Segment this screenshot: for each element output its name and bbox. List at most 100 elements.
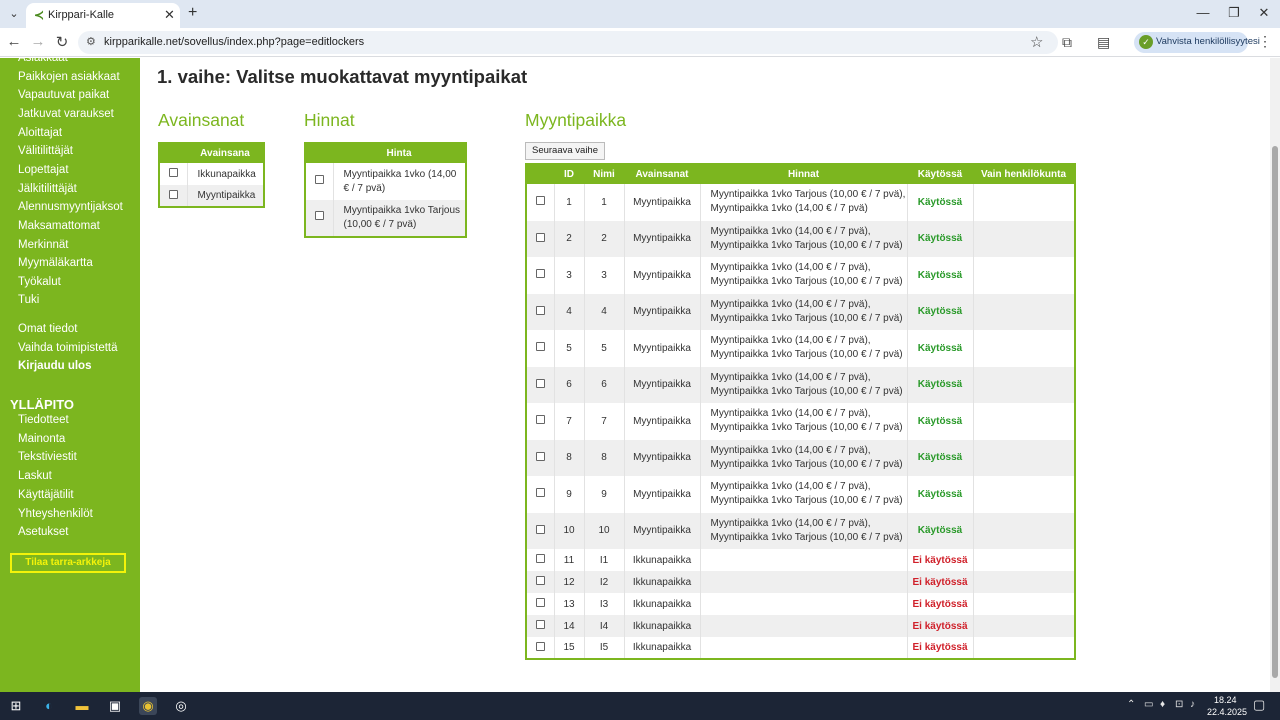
locker-id: 13: [554, 593, 585, 615]
sidebar-item[interactable]: Merkinnät: [18, 239, 69, 251]
network-icon[interactable]: ⊡: [1175, 699, 1183, 710]
sidebar-item[interactable]: Lopettajat: [18, 164, 69, 176]
locker-prices: Myyntipaikka 1vko (14,00 € / 7 pvä), Myyn…: [700, 220, 908, 257]
sidebar-item[interactable]: Välitilittäjät: [18, 145, 73, 157]
start-icon[interactable]: ⊞: [7, 697, 25, 715]
verify-identity-button[interactable]: ✓ Vahvista henkilöllisyytesi: [1134, 32, 1260, 53]
row-checkbox[interactable]: [535, 488, 545, 498]
column-header[interactable]: Käytössä: [907, 164, 973, 184]
browser-menu-icon[interactable]: ⋮: [1258, 33, 1272, 50]
site-info-icon[interactable]: ⚙: [86, 35, 96, 48]
table-row: 6 6 Myyntipaikka Myyntipaikka 1vko (14,00 €…: [526, 366, 1076, 403]
back-icon[interactable]: ←: [4, 33, 24, 50]
row-checkbox[interactable]: [535, 196, 545, 206]
sidebar-item[interactable]: Maksamattomat: [18, 220, 100, 232]
sidebar-item[interactable]: Työkalut: [18, 276, 61, 288]
url-text[interactable]: kirpparikalle.net/sovellus/index.php?pag…: [104, 36, 364, 48]
bookmark-star-icon[interactable]: ☆: [1030, 33, 1043, 51]
row-checkbox[interactable]: [535, 554, 545, 563]
sidebar-item[interactable]: Laskut: [18, 470, 52, 482]
scrollbar-thumb[interactable]: [1272, 146, 1278, 678]
row-checkbox[interactable]: [535, 342, 545, 352]
row-checkbox[interactable]: [535, 305, 545, 315]
column-header[interactable]: ID: [554, 164, 584, 184]
app-icon[interactable]: ◎: [172, 697, 190, 715]
locker-keywords: Ikkunapaikka: [624, 593, 701, 615]
sidebar-item[interactable]: Vaihda toimipistettä: [18, 342, 118, 354]
next-step-button[interactable]: Seuraava vaihe: [525, 142, 605, 160]
sidebar-item[interactable]: Myymäläkartta: [18, 257, 93, 269]
volume-icon[interactable]: ♪: [1190, 699, 1195, 710]
tray-chevron-icon[interactable]: ⌃: [1127, 699, 1135, 710]
row-checkbox[interactable]: [535, 232, 545, 242]
column-header[interactable]: Avainsanat: [624, 164, 700, 184]
prices-title: Hinnat: [304, 110, 355, 130]
locker-id: 8: [554, 439, 585, 476]
price-checkbox[interactable]: [314, 174, 324, 184]
sidebar-item[interactable]: Paikkojen asiakkaat: [18, 71, 120, 83]
row-checkbox[interactable]: [535, 598, 545, 607]
clock-date[interactable]: 22.4.2025: [1207, 707, 1247, 717]
sidebar-item[interactable]: Mainonta: [18, 433, 65, 445]
sidebar-item[interactable]: Käyttäjätilit: [18, 489, 74, 501]
address-bar[interactable]: ⚙ kirpparikalle.net/sovellus/index.php?p…: [78, 31, 1058, 54]
row-checkbox[interactable]: [535, 269, 545, 279]
clock-time[interactable]: 18.24: [1214, 695, 1237, 705]
edge-icon[interactable]: ◐: [40, 697, 58, 715]
column-header[interactable]: Nimi: [584, 164, 624, 184]
locker-prices: Myyntipaikka 1vko (14,00 € / 7 pvä), Myyn…: [700, 257, 908, 294]
table-row: 14 I4 Ikkunapaikka Ei käytössä: [526, 615, 1076, 637]
sidebar-item[interactable]: Vapautuvat paikat: [18, 89, 109, 101]
sidebar-item[interactable]: Yhteyshenkilöt: [18, 508, 93, 520]
sidebar-item[interactable]: Jälkitilittäjät: [18, 183, 77, 195]
row-checkbox[interactable]: [535, 378, 545, 388]
restore-icon[interactable]: ❐: [1219, 3, 1249, 23]
tray-app-icon[interactable]: ▭: [1144, 699, 1153, 710]
row-checkbox[interactable]: [535, 641, 545, 651]
browser-tab[interactable]: ≺ Kirppari-Kalle ✕: [26, 3, 180, 28]
microphone-icon[interactable]: ♦: [1160, 699, 1165, 710]
locker-keywords: Ikkunapaikka: [624, 571, 701, 593]
file-explorer-icon[interactable]: ▬: [73, 697, 91, 715]
reading-mode-icon[interactable]: ▤: [1097, 34, 1110, 51]
sidebar-item[interactable]: Kirjaudu ulos: [18, 360, 91, 372]
checkbox-cell: [526, 549, 555, 571]
forward-icon[interactable]: →: [28, 33, 48, 50]
keyword-checkbox[interactable]: [168, 168, 178, 177]
status-badge: Ei käytössä: [907, 615, 974, 637]
window-close-icon[interactable]: ✕: [1249, 3, 1279, 23]
new-tab-icon[interactable]: +: [188, 4, 197, 22]
tab-search-icon[interactable]: ⌄: [6, 6, 22, 22]
reload-icon[interactable]: ↻: [52, 33, 72, 51]
price-line: Myyntipaikka 1vko (14,00 € / 7 pvä),: [710, 225, 871, 237]
sidebar-item[interactable]: Asetukset: [18, 526, 69, 538]
checkbox-cell: [526, 593, 555, 615]
row-checkbox[interactable]: [535, 576, 545, 585]
chrome-icon[interactable]: ◉: [139, 697, 157, 715]
store-icon[interactable]: ▣: [106, 697, 124, 715]
minimize-icon[interactable]: —: [1188, 3, 1218, 23]
sidebar-item[interactable]: Aloittajat: [18, 127, 62, 139]
keyword-checkbox[interactable]: [168, 189, 178, 199]
extensions-icon[interactable]: ⧉: [1062, 34, 1072, 51]
row-checkbox[interactable]: [535, 415, 545, 425]
order-stickers-button[interactable]: Tilaa tarra-arkkeja: [10, 553, 126, 573]
row-checkbox[interactable]: [535, 451, 545, 461]
row-checkbox[interactable]: [535, 620, 545, 629]
notifications-icon[interactable]: ▢: [1253, 697, 1265, 713]
sidebar-item[interactable]: Omat tiedot: [18, 323, 77, 335]
sidebar-item[interactable]: Alennusmyyntijaksot: [18, 201, 123, 213]
column-header[interactable]: Vain henkilökunta: [973, 164, 1075, 184]
sidebar-item[interactable]: Tuki: [18, 294, 39, 306]
sidebar-item[interactable]: Tekstiviestit: [18, 451, 77, 463]
sidebar-item[interactable]: Tiedotteet: [18, 414, 69, 426]
column-header[interactable]: Hinnat: [700, 164, 907, 184]
close-tab-icon[interactable]: ✕: [164, 7, 175, 23]
row-checkbox[interactable]: [535, 524, 545, 534]
sidebar-item[interactable]: Asiakkaat: [18, 58, 68, 64]
price-checkbox[interactable]: [314, 211, 324, 220]
status-badge: Käytössä: [907, 330, 974, 367]
taskbar: ⊞ ◐ ▬ ▣ ◉ ◎ ⌃ ▭ ♦ ⊡ ♪ 18.24 22.4.2025 ▢: [0, 692, 1280, 720]
page-scrollbar[interactable]: [1270, 58, 1280, 692]
sidebar-item[interactable]: Jatkuvat varaukset: [18, 108, 114, 120]
